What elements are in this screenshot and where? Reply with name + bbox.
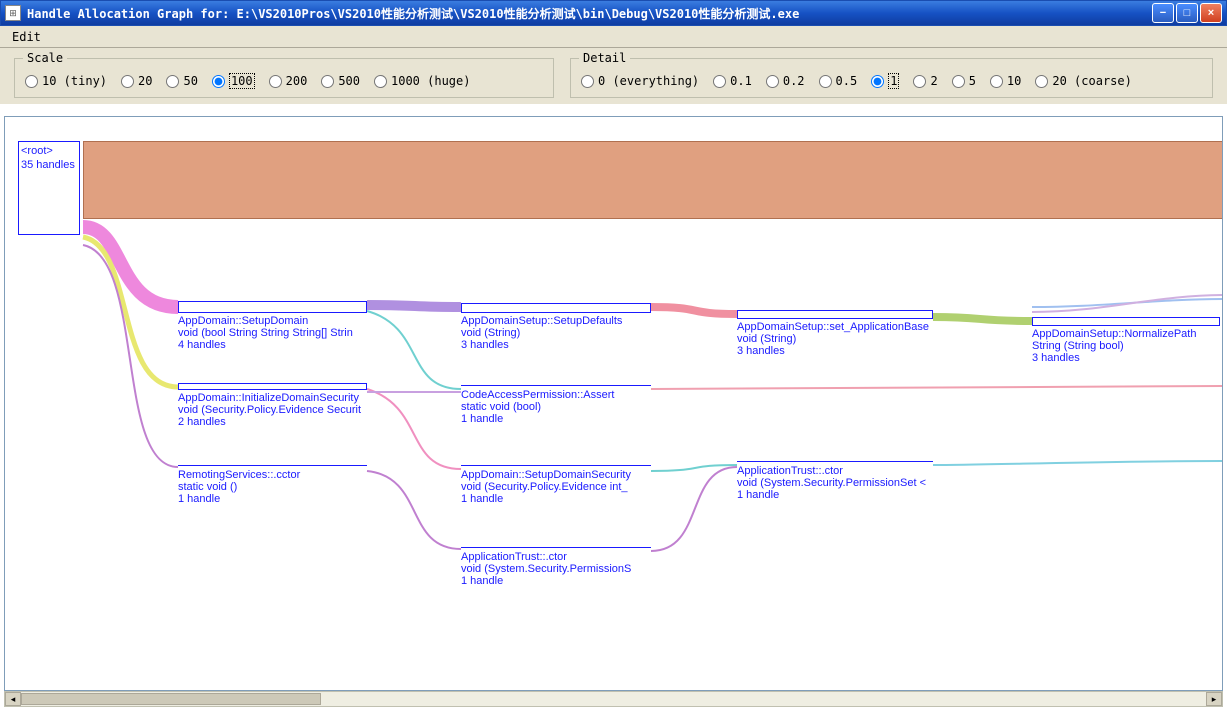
node-setappbase-label: AppDomainSetup::set_ApplicationBase void… (737, 321, 957, 357)
scale-opt-500[interactable]: 500 (321, 74, 360, 88)
scale-opt-50[interactable]: 50 (166, 74, 197, 88)
scroll-left-button[interactable]: ◂ (5, 692, 21, 706)
node-initdomsecurity-box[interactable] (178, 383, 367, 390)
detail-legend: Detail (579, 51, 630, 65)
detail-opt-5[interactable]: 5 (952, 74, 976, 88)
detail-opt-10[interactable]: 10 (990, 74, 1021, 88)
graph-area[interactable]: <root> 35 handles AppDomain::SetupDomain… (4, 116, 1223, 691)
node-codeaccess-box[interactable] (461, 385, 651, 386)
titlebar: ⊞ Handle Allocation Graph for: E:\VS2010… (0, 0, 1227, 26)
node-setupdomsec-box[interactable] (461, 465, 651, 466)
menu-edit[interactable]: Edit (4, 28, 49, 46)
node-remoting-label: RemotingServices::.cctor static void () … (178, 469, 388, 505)
node-root[interactable]: <root> 35 handles (18, 141, 80, 235)
node-setappbase-box[interactable] (737, 310, 933, 319)
scale-opt-200[interactable]: 200 (269, 74, 308, 88)
node-remoting-box[interactable] (178, 465, 367, 466)
node-root-l2: 35 handles (21, 158, 77, 172)
app-icon: ⊞ (5, 5, 21, 21)
detail-opt-02[interactable]: 0.2 (766, 74, 805, 88)
scroll-thumb[interactable] (21, 693, 321, 705)
horizontal-scrollbar[interactable]: ◂ ▸ (4, 691, 1223, 707)
node-setupdomain-label: AppDomain::SetupDomain void (bool String… (178, 315, 388, 351)
scale-groupbox: Scale 10 (tiny) 20 50 100 200 500 1000 (… (14, 58, 554, 98)
node-initdomsecurity-label: AppDomain::InitializeDomainSecurity void… (178, 392, 388, 428)
detail-opt-1[interactable]: 1 (871, 73, 899, 89)
close-button[interactable]: × (1200, 3, 1222, 23)
scroll-right-button[interactable]: ▸ (1206, 692, 1222, 706)
controls-panel: Scale 10 (tiny) 20 50 100 200 500 1000 (… (0, 48, 1227, 104)
scale-opt-100[interactable]: 100 (212, 73, 255, 89)
node-apptrust1-box[interactable] (461, 547, 651, 548)
maximize-button[interactable]: □ (1176, 3, 1198, 23)
node-root-l1: <root> (21, 144, 77, 158)
detail-opt-20[interactable]: 20 (coarse) (1035, 74, 1131, 88)
node-apptrust2-box[interactable] (737, 461, 933, 462)
minimize-button[interactable]: − (1152, 3, 1174, 23)
detail-opt-01[interactable]: 0.1 (713, 74, 752, 88)
scroll-track[interactable] (21, 692, 1206, 706)
menubar: Edit (0, 26, 1227, 48)
detail-opt-0[interactable]: 0 (everything) (581, 74, 699, 88)
node-setupdomain-box[interactable] (178, 301, 367, 313)
detail-groupbox: Detail 0 (everything) 0.1 0.2 0.5 1 2 5 … (570, 58, 1213, 98)
scale-opt-10[interactable]: 10 (tiny) (25, 74, 107, 88)
scale-opt-20[interactable]: 20 (121, 74, 152, 88)
node-setupdomsec-label: AppDomain::SetupDomainSecurity void (Sec… (461, 469, 671, 505)
node-apptrust2-label: ApplicationTrust::.ctor void (System.Sec… (737, 465, 957, 501)
detail-opt-05[interactable]: 0.5 (819, 74, 858, 88)
node-setupdefaults-label: AppDomainSetup::SetupDefaults void (Stri… (461, 315, 671, 351)
detail-opt-2[interactable]: 2 (913, 74, 937, 88)
node-setupdefaults-box[interactable] (461, 303, 651, 313)
node-codeaccess-label: CodeAccessPermission::Assert static void… (461, 389, 671, 425)
window-buttons: − □ × (1152, 3, 1222, 23)
scale-legend: Scale (23, 51, 67, 65)
node-normalizepath-box[interactable] (1032, 317, 1220, 326)
window-title: Handle Allocation Graph for: E:\VS2010Pr… (27, 5, 1152, 22)
node-apptrust1-label: ApplicationTrust::.ctor void (System.Sec… (461, 551, 671, 587)
node-normalizepath-label: AppDomainSetup::NormalizePath String (St… (1032, 328, 1223, 364)
scale-opt-1000[interactable]: 1000 (huge) (374, 74, 470, 88)
